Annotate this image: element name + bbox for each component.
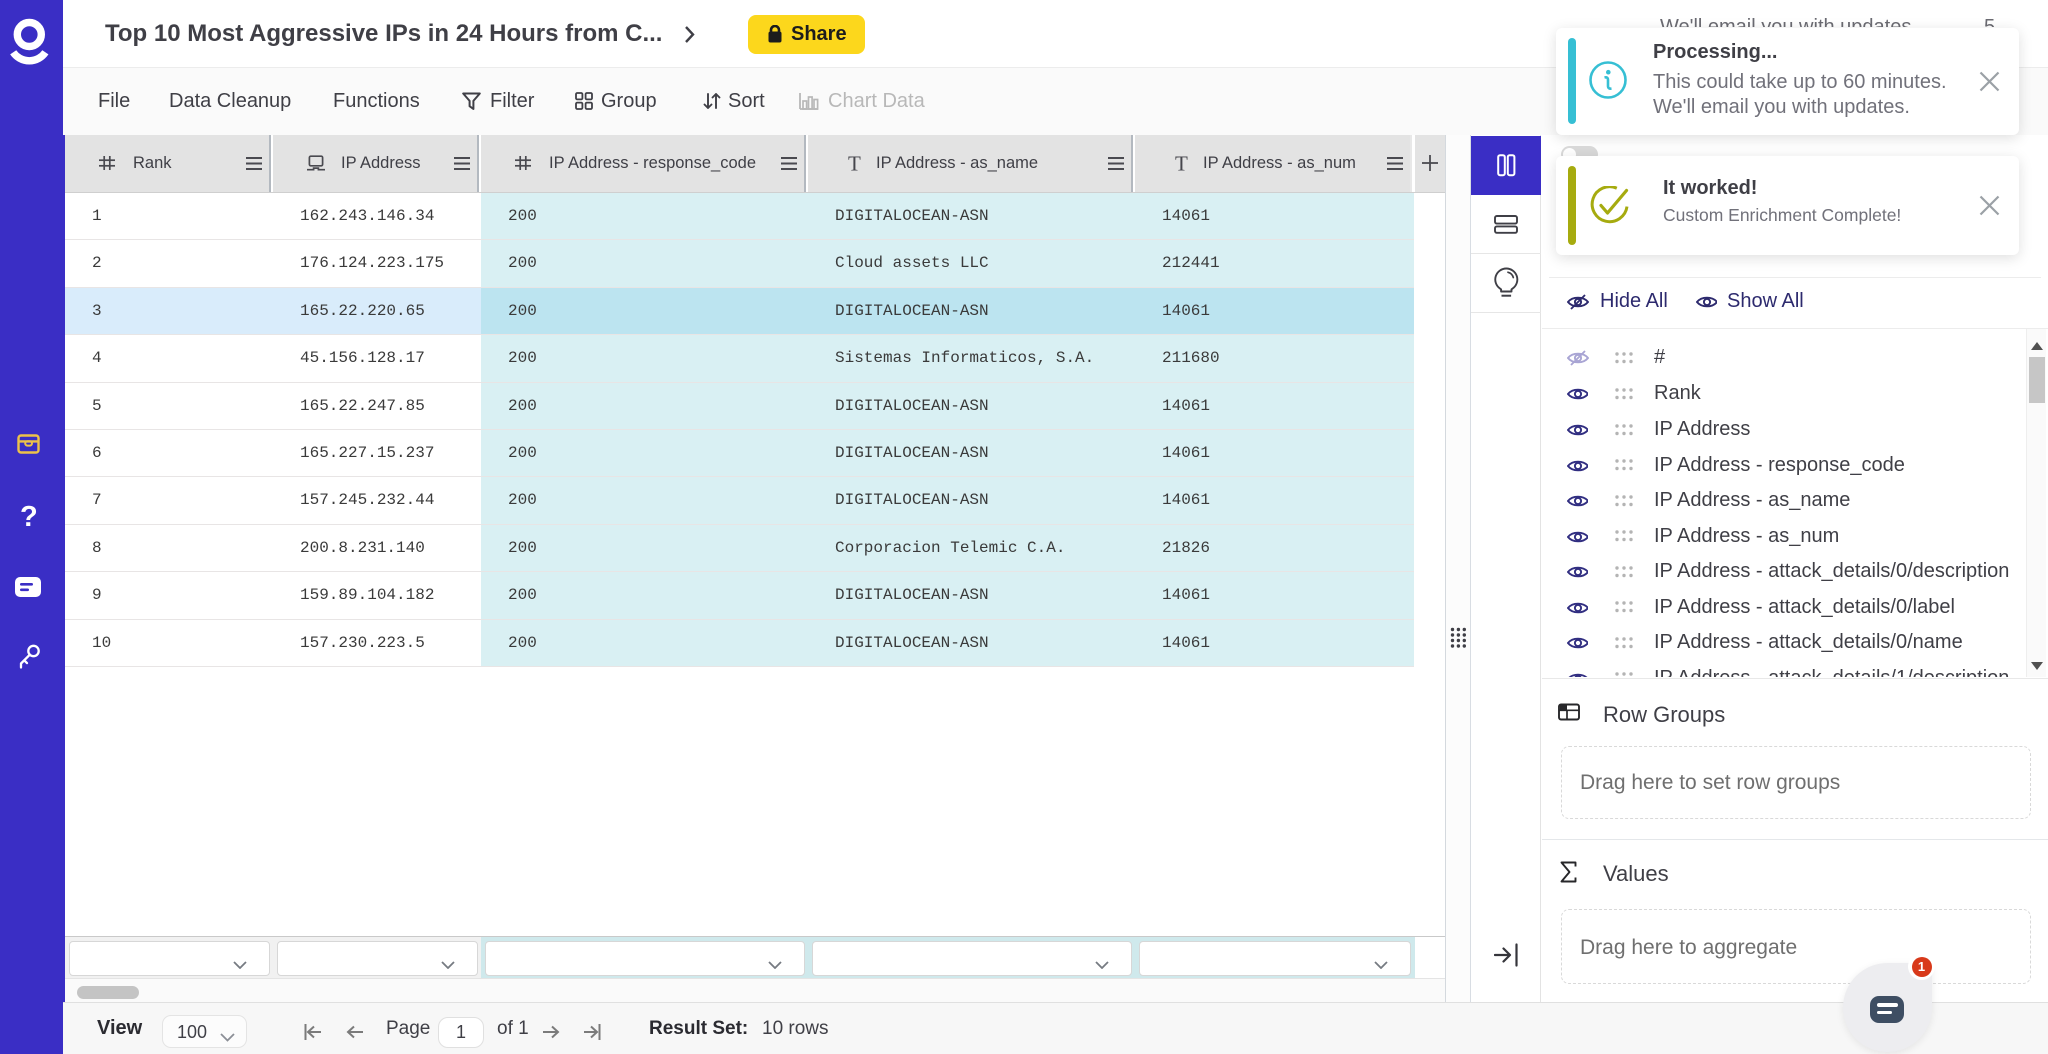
svg-text:T: T: [848, 155, 861, 171]
svg-text:T: T: [1175, 155, 1188, 171]
